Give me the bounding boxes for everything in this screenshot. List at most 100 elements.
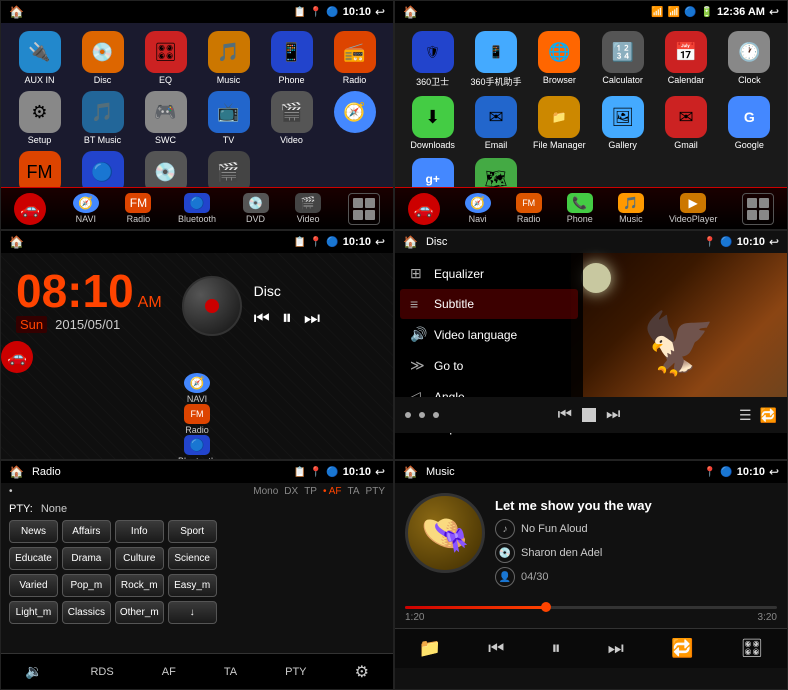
- ta-button[interactable]: TA: [224, 666, 237, 678]
- app-setup[interactable]: ⚙Setup: [11, 91, 68, 145]
- menu-equalizer[interactable]: ⊞ Equalizer: [400, 258, 578, 289]
- nav-phone-p2[interactable]: 📞Phone: [567, 193, 593, 224]
- genre-varied[interactable]: Varied: [9, 574, 58, 597]
- app-gallery[interactable]: 🖼Gallery: [595, 96, 650, 150]
- music-folder-button[interactable]: 📁: [419, 638, 441, 659]
- app-file-manager[interactable]: 📁File Manager: [532, 96, 587, 150]
- grid-view-button-p2[interactable]: [742, 193, 774, 225]
- rds-button[interactable]: RDS: [90, 666, 113, 678]
- app-aux[interactable]: 🔌AUX IN: [11, 31, 68, 85]
- nav-video-p2[interactable]: ▶VideoPlayer: [669, 193, 717, 224]
- app-navi-widget[interactable]: 🧭: [326, 91, 383, 145]
- home-icon-p6[interactable]: 🏠: [403, 465, 418, 479]
- genre-other[interactable]: Other_m: [115, 601, 164, 624]
- nav-bluetooth[interactable]: 🔵Bluetooth: [178, 193, 216, 224]
- prev-button[interactable]: ⏮: [254, 308, 270, 329]
- back-arrow-p6[interactable]: ↩: [769, 465, 779, 479]
- genre-science[interactable]: Science: [168, 547, 217, 570]
- app-gmail[interactable]: ✉Gmail: [658, 96, 713, 150]
- nav-dvd[interactable]: 💿DVD: [243, 193, 269, 224]
- dvd-prev-button[interactable]: ⏮: [558, 406, 572, 424]
- grid-view-button[interactable]: [348, 193, 380, 225]
- menu-video-language[interactable]: 🔊 Video language: [400, 319, 578, 350]
- dvd-stop-button[interactable]: [582, 408, 596, 422]
- app-downloads[interactable]: ⬇Downloads: [405, 96, 460, 150]
- progress-bar[interactable]: 1:20 3:20: [405, 606, 777, 623]
- genre-info[interactable]: Info: [115, 520, 164, 543]
- app-email[interactable]: ✉Email: [468, 96, 523, 150]
- menu-subtitle[interactable]: ≡ Subtitle: [400, 289, 578, 319]
- nav-navi-p2[interactable]: 🧭Navi: [465, 193, 491, 224]
- genre-easy[interactable]: Easy_m: [168, 574, 217, 597]
- back-arrow-icon[interactable]: ↩: [375, 5, 385, 19]
- app-video[interactable]: 🎬Video: [263, 91, 320, 145]
- genre-classics[interactable]: Classics: [62, 601, 111, 624]
- app-calendar[interactable]: 📅Calendar: [658, 31, 713, 88]
- genre-light[interactable]: Light_m: [9, 601, 58, 624]
- app-calculator[interactable]: 🔢Calculator: [595, 31, 650, 88]
- genre-affairs[interactable]: Affairs: [62, 520, 111, 543]
- vol-icon[interactable]: 🔉: [25, 663, 42, 680]
- music-pause-button[interactable]: ⏸: [551, 638, 560, 659]
- music-repeat-button[interactable]: 🔁: [671, 638, 693, 659]
- dvd-next-button[interactable]: ⏭: [606, 406, 620, 424]
- menu-goto[interactable]: ≫ Go to: [400, 350, 578, 381]
- settings-icon[interactable]: ⚙: [355, 662, 369, 682]
- nav-video[interactable]: 🎬Video: [295, 193, 321, 224]
- genre-educate[interactable]: Educate: [9, 547, 58, 570]
- menu-dot-2[interactable]: [419, 412, 425, 418]
- nav-radio-p3[interactable]: FMRadio: [1, 404, 393, 435]
- car-button[interactable]: 🚗: [14, 193, 46, 225]
- nav-navi-p3[interactable]: 🧭NAVI: [1, 373, 393, 404]
- home-icon-p5[interactable]: 🏠: [9, 465, 24, 479]
- app-browser[interactable]: 🌐Browser: [532, 31, 587, 88]
- genre-more[interactable]: ↓: [168, 601, 217, 624]
- home-icon-p2[interactable]: 🏠: [403, 5, 418, 19]
- nav-radio[interactable]: FMRadio: [125, 193, 151, 224]
- genre-drama[interactable]: Drama: [62, 547, 111, 570]
- menu-dot-1[interactable]: [405, 412, 411, 418]
- app-bt-music[interactable]: 🎵BT Music: [74, 91, 131, 145]
- genre-pop[interactable]: Pop_m: [62, 574, 111, 597]
- pause-button[interactable]: ⏸: [282, 307, 292, 330]
- app-tv[interactable]: 📺TV: [200, 91, 257, 145]
- nav-navi[interactable]: 🧭NAVI: [73, 193, 99, 224]
- music-eq-button[interactable]: 🎛: [741, 638, 764, 659]
- music-next-button[interactable]: ⏭: [608, 638, 624, 659]
- genre-news[interactable]: News: [9, 520, 58, 543]
- home-icon[interactable]: 🏠: [9, 5, 24, 19]
- nav-radio-p2[interactable]: FMRadio: [516, 193, 542, 224]
- app-disc[interactable]: 💿Disc: [74, 31, 131, 85]
- app-clock[interactable]: 🕐Clock: [722, 31, 777, 88]
- back-arrow-icon-p2[interactable]: ↩: [769, 5, 779, 19]
- car-button-p2[interactable]: 🚗: [408, 193, 440, 225]
- app-music[interactable]: 🎵Music: [200, 31, 257, 85]
- app-360guard[interactable]: 🛡360卫士: [405, 31, 460, 88]
- back-arrow-p4[interactable]: ↩: [769, 235, 779, 249]
- app-radio[interactable]: 📻Radio: [326, 31, 383, 85]
- app-phone[interactable]: 📱Phone: [263, 31, 320, 85]
- disc-icon[interactable]: [182, 276, 242, 336]
- dvd-repeat-icon[interactable]: 🔁: [760, 407, 777, 424]
- genre-culture[interactable]: Culture: [115, 547, 164, 570]
- app-swc[interactable]: 🎮SWC: [137, 91, 194, 145]
- home-icon-p4[interactable]: 🏠: [403, 235, 418, 249]
- car-button-p3[interactable]: 🚗: [1, 341, 33, 373]
- music-prev-button[interactable]: ⏮: [488, 638, 504, 659]
- dvd-menu-icon[interactable]: ☰: [739, 407, 752, 424]
- app-google[interactable]: GGoogle: [722, 96, 777, 150]
- genre-sport[interactable]: Sport: [168, 520, 217, 543]
- back-arrow-p5[interactable]: ↩: [375, 465, 385, 479]
- app-360assistant[interactable]: 📱360手机助手: [468, 31, 523, 88]
- progress-handle[interactable]: [541, 602, 551, 612]
- back-arrow-p3[interactable]: ↩: [375, 235, 385, 249]
- genre-rock[interactable]: Rock_m: [115, 574, 164, 597]
- nav-music-p2[interactable]: 🎵Music: [618, 193, 644, 224]
- next-button[interactable]: ⏭: [304, 308, 320, 329]
- menu-dot-3[interactable]: [433, 412, 439, 418]
- app-eq[interactable]: 🎛EQ: [137, 31, 194, 85]
- nav-bluetooth-p3[interactable]: 🔵Bluetooth: [1, 435, 393, 460]
- af-button[interactable]: AF: [162, 666, 176, 678]
- home-icon-p3[interactable]: 🏠: [9, 235, 24, 249]
- pty-button[interactable]: PTY: [285, 666, 306, 678]
